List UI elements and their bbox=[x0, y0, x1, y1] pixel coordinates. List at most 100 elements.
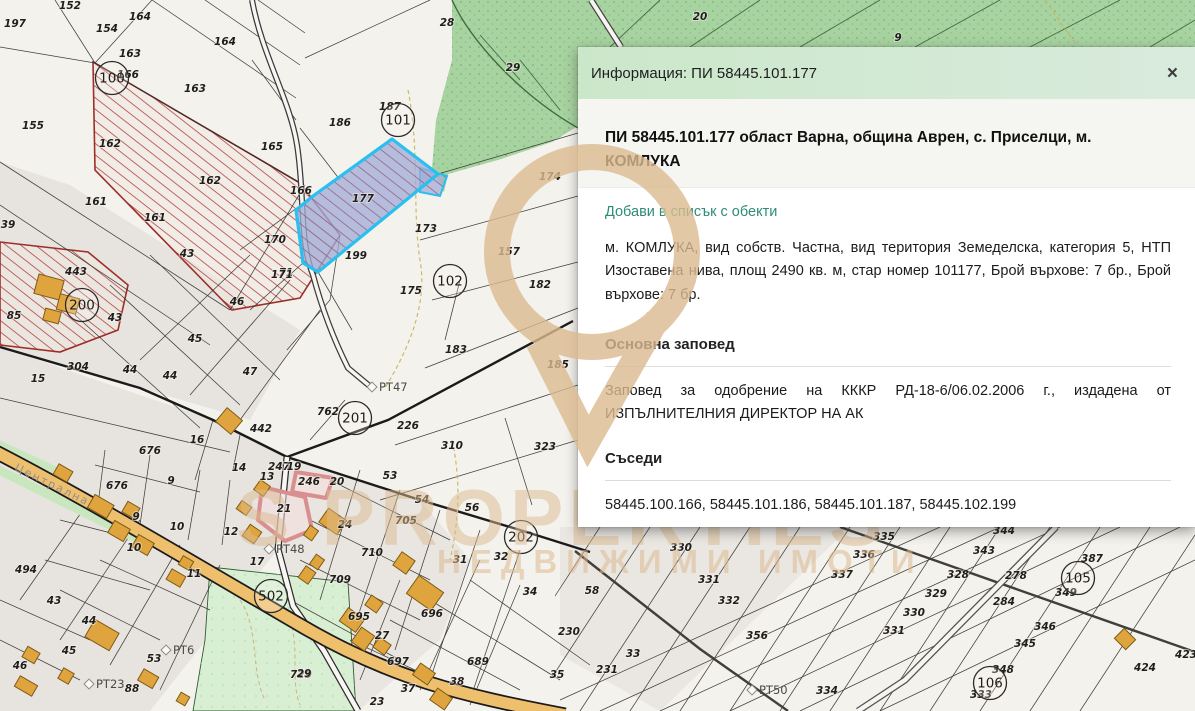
survey-point-label: РТ23 bbox=[96, 677, 125, 691]
parcel-label: 197 bbox=[4, 18, 27, 30]
parcel-label: 330 bbox=[903, 607, 925, 619]
zone-circle-label: 201 bbox=[342, 411, 368, 427]
zone-circle-label: 105 bbox=[1065, 571, 1091, 587]
parcel-label: 10 bbox=[170, 521, 185, 533]
order-text: Заповед за одобрение на КККР РД-18-6/06.… bbox=[605, 380, 1171, 426]
parcel-label: 345 bbox=[1014, 638, 1036, 650]
parcel-label: 34 bbox=[523, 586, 538, 598]
parcel-label: 43 bbox=[107, 312, 123, 324]
parcel-label: 162 bbox=[199, 175, 221, 187]
parcel-label: 199 bbox=[345, 250, 367, 262]
zone-circle-label: 106 bbox=[977, 676, 1003, 692]
parcel-label: 676 bbox=[139, 445, 161, 457]
parcel-label: 37 bbox=[401, 683, 416, 695]
parcel-label: 356 bbox=[746, 630, 768, 642]
parcel-label: 88 bbox=[125, 683, 140, 695]
parcel-label: 154 bbox=[96, 23, 118, 35]
parcel-label: 33 bbox=[626, 648, 641, 660]
parcel-label: 170 bbox=[264, 234, 286, 246]
parcel-label: 44 bbox=[162, 370, 178, 382]
parcel-label: 20 bbox=[693, 11, 708, 23]
parcel-label: 43 bbox=[179, 248, 195, 260]
info-panel-title: Информация: ПИ 58445.101.177 bbox=[591, 65, 817, 82]
parcel-title-block: ПИ 58445.101.177 област Варна, община Ав… bbox=[578, 99, 1195, 188]
parcel-label: 163 bbox=[184, 83, 206, 95]
parcel-label: 29 bbox=[506, 62, 521, 74]
zone-circle-label: 101 bbox=[385, 113, 411, 129]
parcel-label: 35 bbox=[550, 669, 565, 681]
parcel-label: 9 bbox=[894, 32, 901, 44]
survey-point-label: РТ50 bbox=[759, 683, 788, 697]
parcel-label: 161 bbox=[144, 212, 166, 224]
parcel-label: 331 bbox=[883, 625, 905, 637]
parcel-label: 19 bbox=[287, 461, 302, 473]
parcel-label: 58 bbox=[585, 585, 600, 597]
parcel-label: 165 bbox=[261, 141, 283, 153]
parcel-label: 46 bbox=[229, 296, 245, 308]
survey-point-label: РТ47 bbox=[379, 380, 408, 394]
parcel-label: 443 bbox=[64, 266, 87, 278]
parcel-label: 171 bbox=[271, 269, 293, 281]
parcel-label: 343 bbox=[973, 545, 995, 557]
parcel-label: 762 bbox=[317, 406, 339, 418]
parcel-label: 162 bbox=[99, 138, 121, 150]
parcel-label: 186 bbox=[329, 117, 351, 129]
parcel-label: 85 bbox=[7, 310, 22, 322]
zone-circle-label: 100 bbox=[99, 71, 125, 87]
parcel-label: 173 bbox=[415, 223, 437, 235]
parcel-label: 157 bbox=[498, 246, 521, 258]
parcel-label: 696 bbox=[421, 608, 443, 620]
parcel-label: 494 bbox=[14, 564, 37, 576]
parcel-label: 231 bbox=[596, 664, 618, 676]
parcel-label: 27 bbox=[375, 630, 390, 642]
parcel-label: 47 bbox=[242, 366, 258, 378]
parcel-label: 177 bbox=[352, 193, 375, 205]
zone-circle-label: 102 bbox=[437, 274, 463, 290]
order-heading: Основна заповед bbox=[605, 333, 1171, 367]
parcel-label: 329 bbox=[925, 588, 947, 600]
parcel-label: 10 bbox=[127, 542, 142, 554]
parcel-label: 155 bbox=[22, 120, 44, 132]
zone-circle-label: 200 bbox=[69, 298, 95, 314]
parcel-label: 328 bbox=[947, 569, 969, 581]
parcel-label: 442 bbox=[249, 423, 272, 435]
parcel-label: 278 bbox=[1005, 570, 1027, 582]
parcel-label: 15 bbox=[31, 373, 46, 385]
parcel-label: 163 bbox=[119, 48, 141, 60]
info-panel-body: ПИ 58445.101.177 област Варна, община Ав… bbox=[578, 99, 1195, 517]
parcel-label: 161 bbox=[85, 196, 107, 208]
parcel-label: 174 bbox=[539, 171, 561, 183]
add-to-list-link[interactable]: Добави в списък с обекти bbox=[605, 201, 777, 224]
neighbors-text: 58445.100.166, 58445.101.186, 58445.101.… bbox=[605, 494, 1171, 517]
watermark-tagline-text: НЕДВИЖИМИ ИМОТИ bbox=[437, 543, 924, 580]
parcel-label: 423 bbox=[1174, 649, 1195, 661]
parcel-label: 676 bbox=[106, 480, 128, 492]
parcel-label: 695 bbox=[348, 611, 370, 623]
neighbors-heading: Съседи bbox=[605, 447, 1171, 481]
parcel-label: 53 bbox=[147, 653, 162, 665]
parcel-label: 45 bbox=[61, 645, 77, 657]
info-panel-content: Добави в списък с обекти м. КОМЛУКА, вид… bbox=[578, 188, 1195, 517]
parcel-label: 334 bbox=[816, 685, 838, 697]
parcel-label: 166 bbox=[290, 185, 312, 197]
parcel-label: 11 bbox=[187, 568, 202, 580]
parcel-label: 45 bbox=[187, 333, 203, 345]
parcel-label: 230 bbox=[558, 626, 580, 638]
parcel-label: 43 bbox=[46, 595, 62, 607]
info-panel-header: Информация: ПИ 58445.101.177 × bbox=[578, 47, 1195, 99]
parcel-label: 164 bbox=[214, 36, 236, 48]
parcel-label: 9 bbox=[132, 511, 139, 523]
parcel-label: 28 bbox=[440, 17, 455, 29]
parcel-label: 424 bbox=[1133, 662, 1156, 674]
parcel-label: 332 bbox=[718, 595, 740, 607]
parcel-label: 175 bbox=[400, 285, 422, 297]
parcel-label: 183 bbox=[445, 344, 467, 356]
parcel-title: ПИ 58445.101.177 област Варна, община Ав… bbox=[605, 126, 1171, 174]
parcel-label: 346 bbox=[1034, 621, 1056, 633]
parcel-label: 323 bbox=[534, 441, 556, 453]
close-icon[interactable]: × bbox=[1167, 64, 1178, 83]
parcel-label: 44 bbox=[81, 615, 97, 627]
parcel-label: 152 bbox=[59, 0, 81, 12]
parcel-label: 29 bbox=[297, 668, 312, 680]
parcel-label: 709 bbox=[329, 574, 351, 586]
